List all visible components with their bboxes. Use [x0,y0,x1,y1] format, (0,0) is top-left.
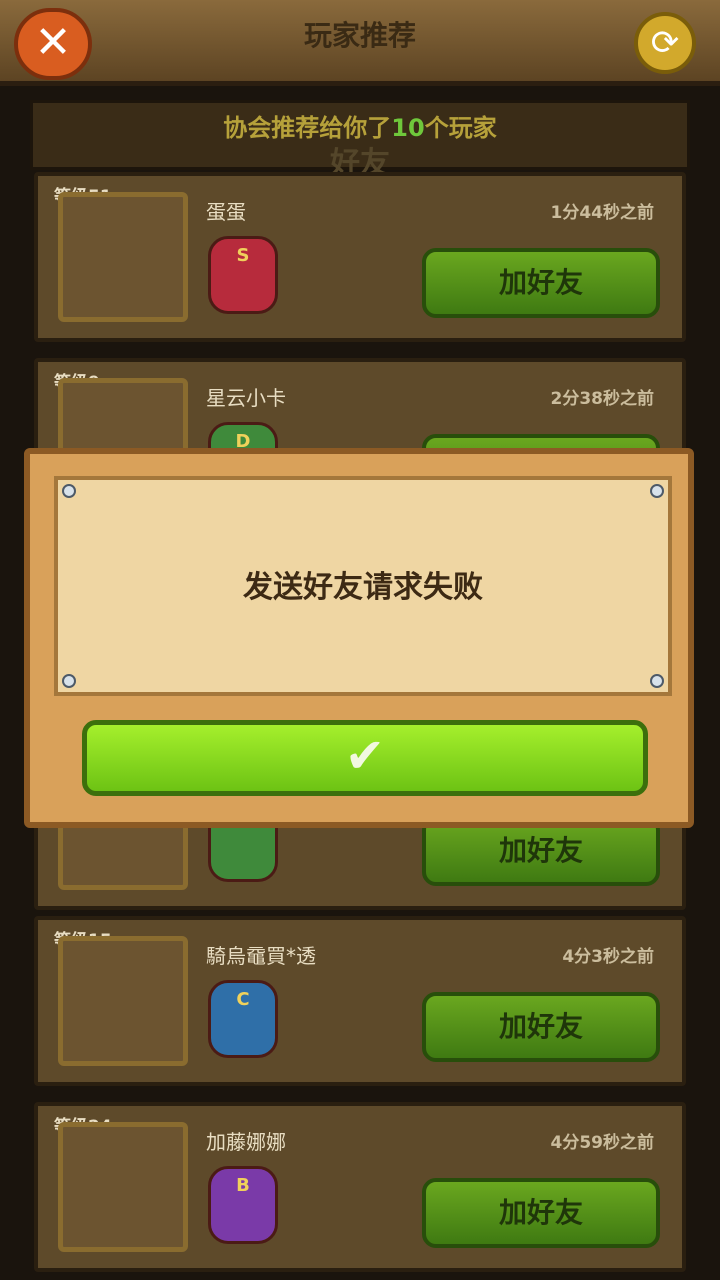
player-name: 蛋蛋 [206,200,246,224]
last-seen-time: 4分59秒之前 [550,1133,655,1153]
error-dialog: 发送好友请求失败 ✔ [24,448,694,828]
last-seen-time: 4分3秒之前 [562,947,654,967]
rivet-icon [650,484,664,498]
player-card: 等级24 加藤娜娜 4分59秒之前 B 加好友 [34,1102,686,1272]
player-card: 等级15 騎烏黿買*透 4分3秒之前 C 加好友 [34,916,686,1086]
top-bar: ✕ 玩家推荐 ⟳ [0,0,720,86]
page-title: 玩家推荐 [303,19,416,52]
rank-badge-icon: S [208,236,278,314]
dialog-message-panel: 发送好友请求失败 [54,476,672,696]
player-name: 加藤娜娜 [206,1130,286,1154]
last-seen-time: 1分44秒之前 [550,203,655,223]
avatar [58,192,188,322]
add-friend-button[interactable]: 加好友 [422,1178,660,1248]
player-card: 等级51 蛋蛋 1分44秒之前 S 加好友 [34,172,686,342]
checkmark-icon: ✔ [344,728,386,784]
rivet-icon [62,484,76,498]
last-seen-time: 2分38秒之前 [550,389,655,409]
refresh-icon: ⟳ [650,23,680,63]
rank-badge-icon: B [208,1166,278,1244]
dialog-message: 发送好友请求失败 [243,570,483,605]
refresh-button[interactable]: ⟳ [634,12,696,74]
add-friend-button[interactable]: 加好友 [422,992,660,1062]
rank-badge-icon: C [208,980,278,1058]
confirm-button[interactable]: ✔ [82,720,648,796]
avatar [58,1122,188,1252]
add-friend-button[interactable]: 加好友 [422,248,660,318]
player-name: 星云小卡 [206,386,286,410]
rivet-icon [650,674,664,688]
avatar [58,936,188,1066]
rivet-icon [62,674,76,688]
player-name: 騎烏黿買*透 [206,944,316,968]
